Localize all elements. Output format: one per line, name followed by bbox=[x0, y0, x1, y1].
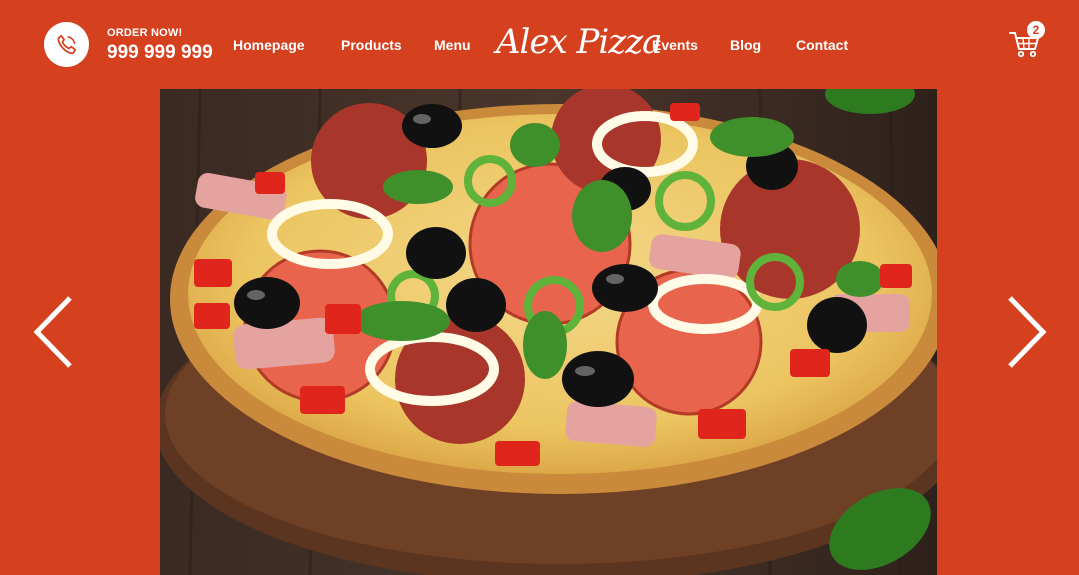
chevron-left-icon[interactable] bbox=[32, 295, 76, 369]
hero-slide bbox=[160, 89, 937, 575]
phone-button[interactable] bbox=[44, 22, 89, 67]
order-block: ORDER NOW! 999 999 999 bbox=[107, 27, 213, 66]
pizza-photo bbox=[160, 89, 937, 575]
nav-homepage[interactable]: Homepage bbox=[233, 37, 305, 53]
order-phone-number[interactable]: 999 999 999 bbox=[107, 40, 213, 66]
cart-count-badge[interactable]: 2 bbox=[1027, 21, 1045, 39]
site-logo[interactable]: Alex Pizza bbox=[496, 12, 662, 72]
nav-products[interactable]: Products bbox=[341, 37, 402, 53]
phone-icon bbox=[56, 34, 76, 54]
nav-contact[interactable]: Contact bbox=[796, 37, 848, 53]
nav-menu[interactable]: Menu bbox=[434, 37, 471, 53]
nav-blog[interactable]: Blog bbox=[730, 37, 761, 53]
chevron-right-icon[interactable] bbox=[1004, 295, 1048, 369]
nav-events[interactable]: Events bbox=[652, 37, 698, 53]
order-label: ORDER NOW! bbox=[107, 27, 183, 39]
site-header: ORDER NOW! 999 999 999 Homepage Products… bbox=[0, 0, 1079, 90]
